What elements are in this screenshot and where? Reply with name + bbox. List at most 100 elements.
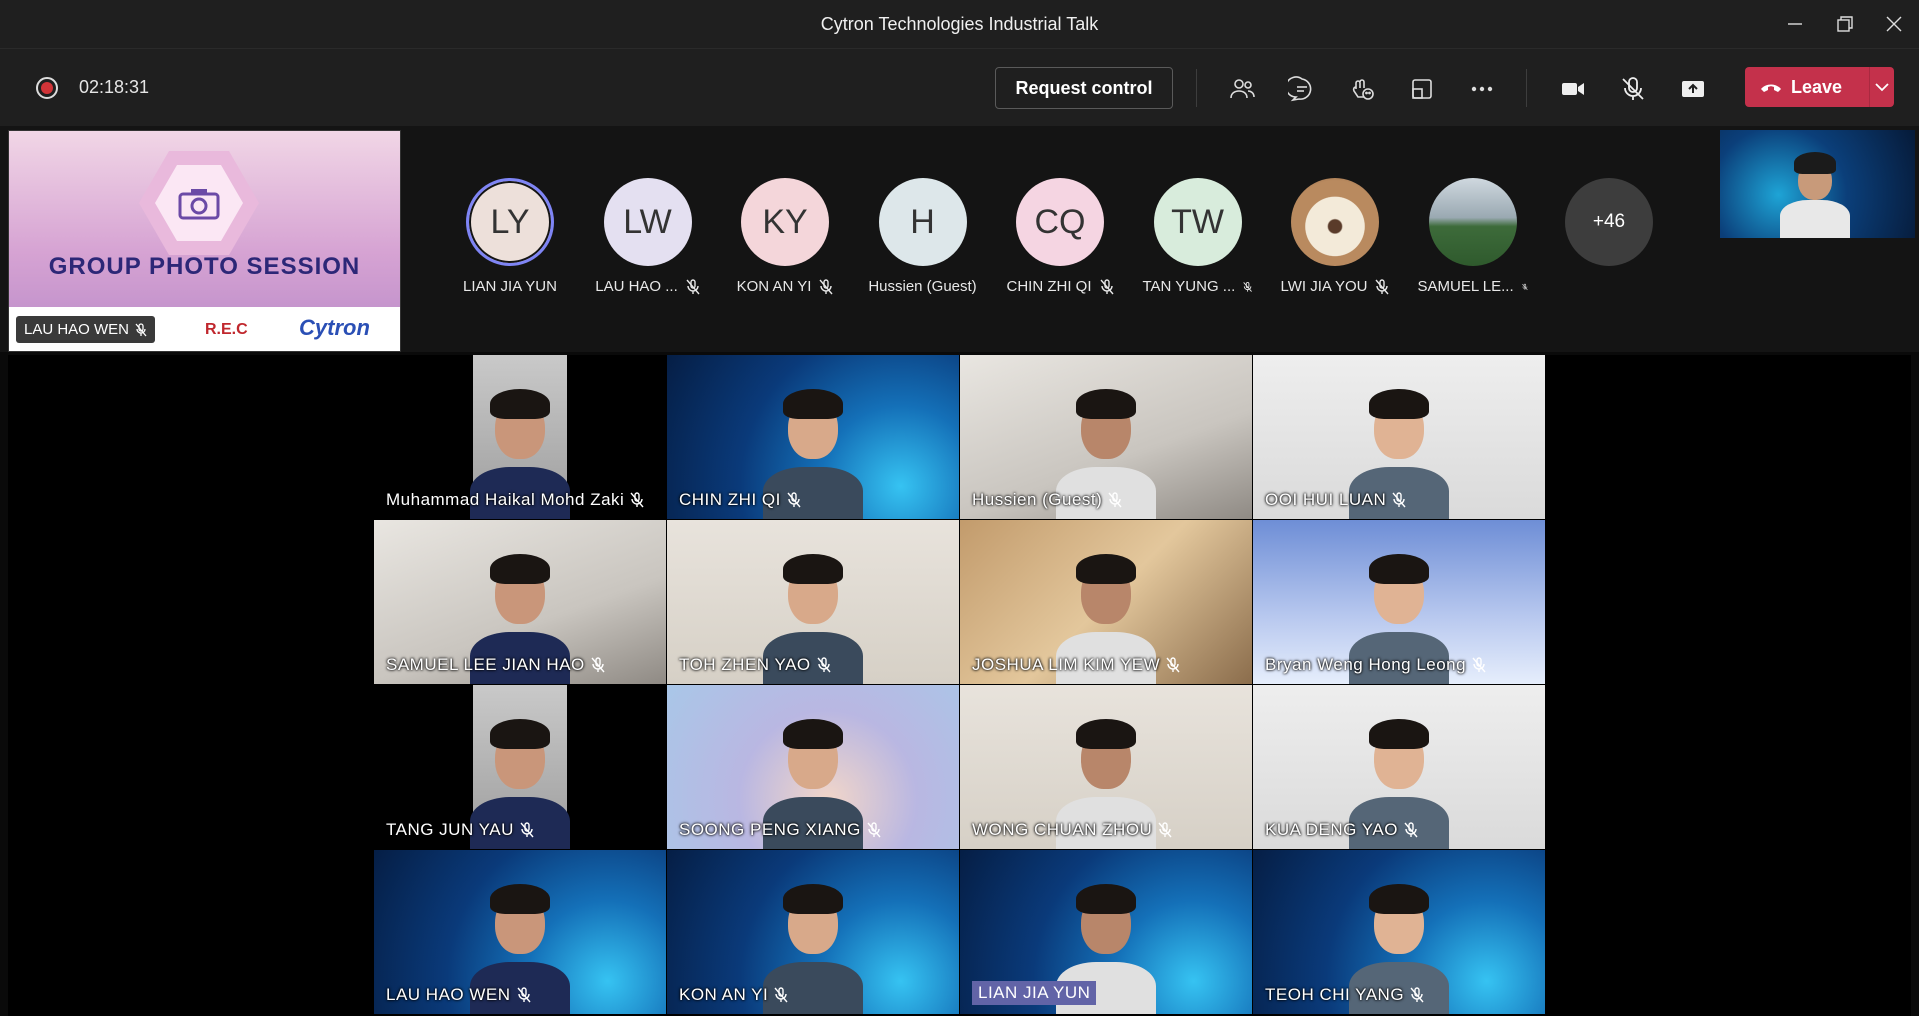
person-hair [490,884,550,914]
mic-off-icon [1404,822,1418,838]
participant-video-tile[interactable]: TOH ZHEN YAO [667,520,959,684]
rooms-icon [1412,79,1432,99]
self-view-video[interactable] [1720,130,1915,238]
chevron-down-icon [1875,82,1889,91]
title-bar: Cytron Technologies Industrial Talk [0,0,1919,48]
more-options-button[interactable] [1462,69,1502,109]
tile-participant-name: SOONG PENG XIANG [679,820,861,839]
close-button[interactable] [1870,0,1918,48]
more-participants-button[interactable]: +46 [1565,178,1653,266]
chat-button[interactable] [1282,69,1322,109]
camera-icon [178,189,220,220]
video-grid: Muhammad Haikal Mohd Zaki CHIN ZHI QI Huss… [8,355,1911,1016]
person-hair [490,554,550,584]
participant-video-tile[interactable]: WONG CHUAN ZHOU [960,685,1252,849]
tile-participant-name: OOI HUI LUAN [1265,490,1387,509]
participant-video-tile[interactable]: Bryan Weng Hong Leong [1253,520,1545,684]
participant-video-tile[interactable]: SOONG PENG XIANG [667,685,959,849]
participant-name: LIAN JIA YUN [463,278,557,295]
leave-main[interactable]: Leave [1745,77,1869,98]
mic-off-icon [135,322,147,336]
participant-video-tile[interactable]: Muhammad Haikal Mohd Zaki [374,355,666,519]
participant-avatar[interactable]: LW LAU HAO ... [593,178,703,295]
leave-options-button[interactable] [1870,82,1894,92]
rec-logo: R.E.C [205,321,248,338]
mic-off-icon [1410,987,1424,1003]
person-hair [1369,389,1429,419]
tile-participant-name: KUA DENG YAO [1265,820,1398,839]
avatar: LW [603,178,692,266]
reactions-icon [1352,79,1374,100]
participant-video-tile[interactable]: SAMUEL LEE JIAN HAO [374,520,666,684]
person-hair [1076,554,1136,584]
participant-video-tile[interactable]: LAU HAO WEN [374,850,666,1014]
minimize-button[interactable] [1771,0,1819,48]
person-hair [490,719,550,749]
participant-name-row: SAMUEL LE... [1418,278,1528,295]
participant-name-row: CHIN ZHI QI [1005,278,1115,295]
mic-off-icon [787,492,801,508]
tile-name-label: Bryan Weng Hong Leong [1265,655,1486,675]
tile-name-label: TOH ZHEN YAO [679,655,831,675]
person-hair [783,719,843,749]
avatar: CQ [1016,178,1104,266]
camera-button[interactable] [1553,69,1593,109]
meeting-timer: 02:18:31 [79,77,150,97]
avatar: H [878,178,967,266]
participant-name: Hussien (Guest) [868,278,977,295]
avatar: TW [1153,178,1242,266]
microphone-button[interactable] [1613,69,1653,109]
tile-participant-name: TEOH CHI YANG [1265,985,1405,1004]
recording-icon [36,77,58,99]
participant-video-tile[interactable]: KUA DENG YAO [1253,685,1545,849]
mic-off-icon [1158,822,1172,838]
participant-name: CHIN ZHI QI [1006,278,1092,295]
participant-name-row: TAN YUNG ... [1143,278,1253,295]
participant-name: LWI JIA YOU [1280,278,1368,295]
person-hair [1076,884,1136,914]
restore-icon [1837,16,1853,32]
mic-off-icon [1472,657,1486,673]
participant-video-tile[interactable]: TANG JUN YAU [374,685,666,849]
participant-name-row: LIAN JIA YUN [455,278,565,295]
meeting-toolbar: 02:18:31 Request control Leave [0,48,1919,127]
participant-video-tile[interactable]: KON AN YI [667,850,959,1014]
restore-button[interactable] [1821,0,1869,48]
leave-button[interactable]: Leave [1745,67,1894,107]
tile-participant-name: WONG CHUAN ZHOU [972,820,1153,839]
person-hair [1369,719,1429,749]
participant-video-tile[interactable]: OOI HUI LUAN [1253,355,1545,519]
participant-avatar[interactable]: LY LIAN JIA YUN [455,178,565,295]
participant-name-row: LAU HAO ... [593,278,703,295]
tile-name-label: LIAN JIA YUN [972,981,1097,1005]
person-hair [490,389,550,419]
participant-name: LAU HAO ... [595,278,678,295]
tile-name-label: KON AN YI [679,985,788,1005]
mic-off-icon [1099,278,1114,294]
participant-avatar[interactable]: TW TAN YUNG ... [1143,178,1253,295]
participant-avatar[interactable]: SAMUEL LE... [1418,178,1528,295]
mic-off-icon [817,657,831,673]
shared-content-tile[interactable]: GROUP PHOTO SESSION LAU HAO WEN R.E.C Cy… [8,130,401,352]
share-button[interactable] [1673,69,1713,109]
avatar-initials: LW [623,202,672,241]
request-control-button[interactable]: Request control [995,67,1173,109]
participants-button[interactable] [1222,69,1262,109]
participant-avatar[interactable]: LWI JIA YOU [1280,178,1390,295]
tile-name-label: KUA DENG YAO [1265,820,1418,840]
participant-video-tile[interactable]: LIAN JIA YUN [960,850,1252,1014]
avatar: KY [741,178,829,266]
reactions-button[interactable] [1342,69,1382,109]
mic-off-icon [1375,278,1390,294]
participant-video-tile[interactable]: TEOH CHI YANG [1253,850,1545,1014]
tile-name-label: OOI HUI LUAN [1265,490,1406,510]
mic-off-icon [1392,492,1406,508]
participant-video-tile[interactable]: CHIN ZHI QI [667,355,959,519]
participant-video-tile[interactable]: JOSHUA LIM KIM YEW [960,520,1252,684]
person-hair [1076,389,1136,419]
rooms-button[interactable] [1402,69,1442,109]
participant-avatar[interactable]: KY KON AN YI [730,178,840,295]
participant-avatar[interactable]: H Hussien (Guest) [868,178,978,295]
participant-avatar[interactable]: CQ CHIN ZHI QI [1005,178,1115,295]
participant-video-tile[interactable]: Hussien (Guest) [960,355,1252,519]
